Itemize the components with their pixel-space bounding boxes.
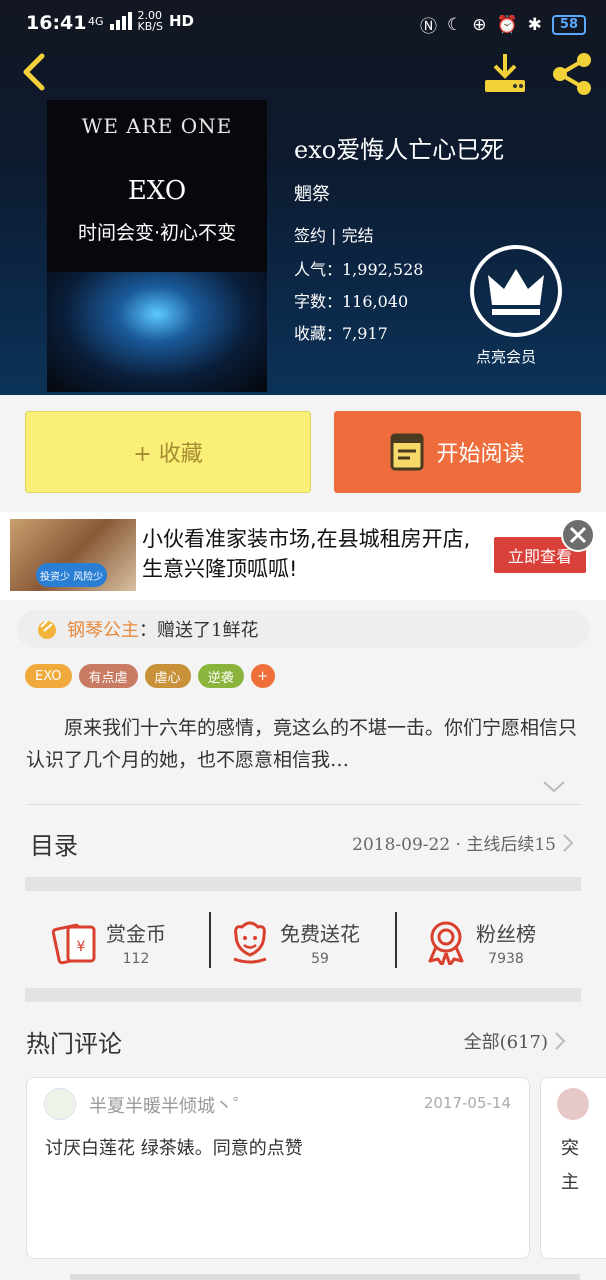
reward-coins-label: 赏金币 (106, 921, 166, 946)
tag-item[interactable]: 有点虐 (78, 664, 138, 688)
send-flowers-count: 59 (311, 950, 329, 967)
svg-text:¥: ¥ (77, 939, 86, 955)
stat-separator (395, 912, 397, 968)
send-flowers-button[interactable]: 免费送花 59 (228, 912, 360, 972)
book-word-count: 字数：116,040 (294, 292, 409, 311)
status-bar: 16:41 4G 2.00 KB/S HD Ⓝ ☾ ⊕ ⏰ ✱ 58 (0, 0, 606, 46)
vip-label[interactable]: 点亮会员 (476, 346, 536, 367)
toc-update-text: 2018-09-22 · 主线后续15 (352, 835, 556, 855)
reward-coins-button[interactable]: ¥ 赏金币 112 (52, 912, 166, 972)
network-indicator: 4G 2.00 KB/S HD (88, 10, 194, 32)
toc-latest-update[interactable]: 2018-09-22 · 主线后续15 (352, 830, 574, 855)
nfc-icon: Ⓝ (419, 17, 437, 37)
ad-image-tag: 投资少 风险少 (36, 563, 108, 587)
tag-item[interactable]: 逆袭 (197, 664, 244, 688)
ad-text: 小伙看准家装市场,在县城租房开店,生意兴隆顶呱呱! (142, 527, 471, 581)
tag-list: EXO 有点虐 虐心 逆袭 + (25, 664, 275, 688)
comment-text: 突主 (561, 1138, 579, 1193)
gift-sender[interactable]: 钢琴公主 (67, 616, 139, 642)
toc-label[interactable]: 目录 (30, 826, 78, 861)
book-cover[interactable]: WE ARE ONE EXO 时间会变·初心不变 (47, 100, 267, 392)
hd-badge: HD (168, 11, 194, 30)
book-header: 16:41 4G 2.00 KB/S HD Ⓝ ☾ ⊕ ⏰ ✱ 58 WE AR… (0, 0, 606, 395)
signal-icon (109, 12, 132, 30)
avatar[interactable] (557, 1088, 589, 1120)
download-icon[interactable] (482, 50, 528, 96)
carousel-indicator (70, 1274, 580, 1280)
reward-coins-count: 112 (122, 950, 150, 967)
all-comments-link[interactable]: 全部(617) (464, 1028, 566, 1054)
chevron-right-icon (563, 833, 574, 852)
book-status: 签约 | 完结 (294, 226, 374, 245)
cover-line-1: WE ARE ONE (81, 114, 233, 138)
book-favorites: 收藏：7,917 (294, 324, 388, 343)
back-arrow-icon[interactable] (14, 50, 58, 94)
status-time: 16:41 (26, 12, 87, 34)
comment-date: 2017-05-14 (423, 1094, 511, 1112)
chevron-right-icon (555, 1032, 566, 1050)
bluetooth-icon: ✱ (527, 14, 542, 35)
section-divider (25, 877, 581, 891)
cover-line-3: 时间会变·初心不变 (77, 222, 237, 244)
favorite-button[interactable]: + 收藏 (25, 411, 311, 493)
cover-line-2: EXO (127, 176, 187, 206)
ad-close-button[interactable] (561, 518, 595, 552)
start-reading-label: 开始阅读 (436, 442, 525, 467)
cover-concert-image (47, 272, 267, 392)
tag-item[interactable]: EXO (25, 664, 72, 688)
comment-text: 讨厌白莲花 绿茶婊。同意的点赞 (45, 1138, 303, 1159)
chevron-down-icon[interactable] (542, 780, 566, 794)
comment-card[interactable]: 半夏半暖半倾城丶゜ 2017-05-14 讨厌白莲花 绿茶婊。同意的点赞 (26, 1077, 530, 1259)
comment-username[interactable]: 半夏半暖半倾城丶゜ (89, 1092, 251, 1118)
start-reading-button[interactable]: 开始阅读 (334, 411, 581, 493)
all-comments-label: 全部(617) (463, 1032, 548, 1053)
vip-crown-icon[interactable] (468, 243, 564, 339)
moon-icon: ☾ (446, 14, 463, 35)
book-author[interactable]: 魍祭 (294, 180, 330, 206)
gift-notice: 钢琴公主 ：赠送了1鲜花 (17, 610, 590, 648)
ad-image: 投资少 风险少 (10, 519, 136, 591)
share-icon[interactable] (548, 50, 596, 98)
divider (26, 804, 582, 805)
comment-card[interactable]: 突主 (540, 1077, 606, 1259)
stat-separator (209, 912, 211, 968)
net-type: 4G (88, 14, 104, 28)
book-description[interactable]: 原来我们十六年的感情，竟这么的不堪一击。你们宁愿相信只认识了几个月的她，也不愿意… (26, 712, 582, 776)
book-title: exo爱悔人亡心已死 (294, 136, 505, 164)
fan-ranking-label: 粉丝榜 (476, 921, 536, 946)
status-icons: Ⓝ ☾ ⊕ ⏰ ✱ 58 (420, 12, 586, 37)
lock-icon: ⊕ (472, 14, 487, 35)
battery-icon: 58 (551, 14, 586, 35)
close-icon (569, 526, 587, 544)
clap-icon (38, 620, 56, 639)
avatar[interactable] (44, 1088, 76, 1120)
red-envelope-icon: ¥ (52, 923, 96, 965)
net-speed-unit: KB/S (137, 20, 163, 33)
favorite-button-label: + 收藏 (133, 442, 203, 467)
tag-item[interactable]: 虐心 (144, 664, 191, 688)
hot-comments-title: 热门评论 (26, 1030, 122, 1058)
book-icon (390, 433, 424, 471)
gift-message: ：赠送了1鲜花 (139, 620, 259, 641)
medal-icon (428, 921, 464, 965)
section-divider (25, 988, 581, 1002)
book-popularity: 人气：1,992,528 (294, 260, 424, 279)
fan-ranking-count: 7938 (488, 950, 524, 967)
send-flowers-label: 免费送花 (280, 921, 360, 946)
fan-ranking-button[interactable]: 粉丝榜 7938 (424, 912, 536, 972)
alarm-icon: ⏰ (496, 14, 518, 35)
flower-icon (233, 921, 267, 964)
add-tag-button[interactable]: + (250, 664, 275, 688)
